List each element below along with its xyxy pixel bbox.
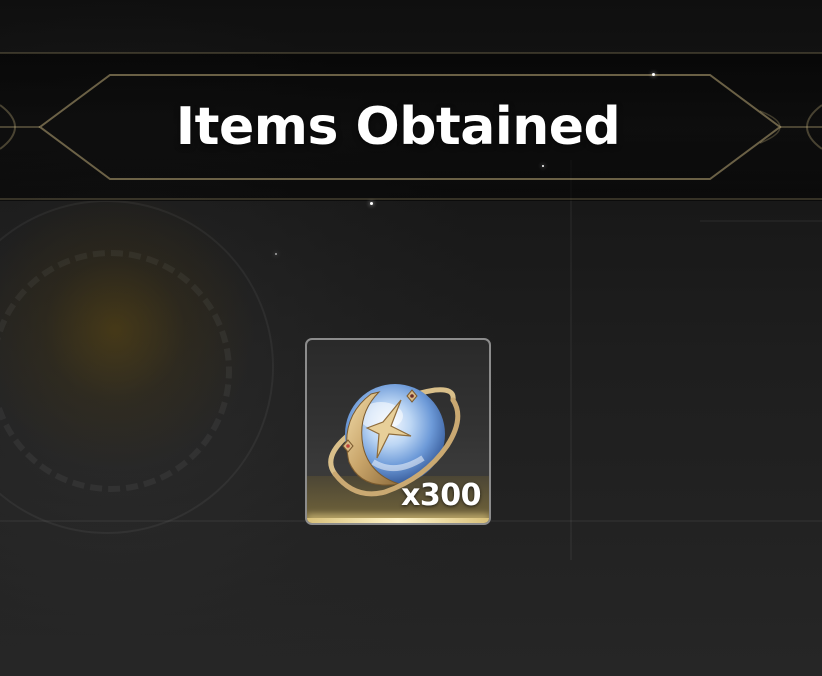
sparkle-particle bbox=[542, 165, 544, 167]
background-line bbox=[570, 160, 572, 560]
item-rarity-glow bbox=[307, 518, 489, 523]
reward-item-card[interactable]: x300 bbox=[305, 338, 491, 525]
background-line bbox=[700, 220, 822, 222]
sparkle-particle bbox=[275, 253, 277, 255]
reward-screen[interactable]: Items Obtained x300 bbox=[0, 0, 822, 676]
item-quantity: x300 bbox=[401, 478, 481, 513]
background-ring-inner bbox=[0, 250, 232, 492]
sparkle-particle bbox=[652, 73, 655, 76]
page-title: Items Obtained bbox=[175, 97, 621, 157]
sparkle-particle bbox=[370, 202, 373, 205]
